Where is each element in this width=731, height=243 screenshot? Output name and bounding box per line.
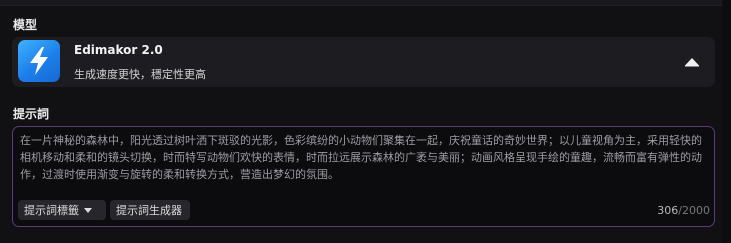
lightning-bolt-icon (18, 40, 60, 82)
collapse-model-button[interactable] (683, 54, 701, 70)
prompt-generator-button[interactable]: 提示詞生成器 (110, 200, 190, 220)
model-selector[interactable]: Edimakor 2.0 生成速度更快，穩定性更高 (12, 37, 715, 87)
prompt-text[interactable]: 在一片神秘的森林中，阳光透过树叶洒下斑驳的光影，色彩缤纷的小动物们聚集在一起，庆… (20, 132, 710, 183)
model-name: Edimakor 2.0 (74, 43, 163, 57)
chevron-up-icon (684, 58, 700, 67)
right-scroll-gutter (722, 0, 731, 243)
prompt-tags-dropdown[interactable]: 提示詞標籤 (18, 200, 106, 220)
caret-down-icon (84, 207, 92, 213)
prompt-textarea[interactable]: 在一片神秘的森林中，阳光透过树叶洒下斑驳的光影，色彩缤纷的小动物们聚集在一起，庆… (12, 126, 715, 227)
character-counter: 306/2000 (657, 204, 710, 217)
model-section-label: 模型 (13, 18, 38, 32)
prompt-tags-label: 提示詞標籤 (24, 204, 79, 217)
character-max: /2000 (678, 204, 710, 217)
top-tab-strip (0, 0, 731, 6)
prompt-generator-label: 提示詞生成器 (116, 204, 182, 217)
character-count: 306 (657, 204, 679, 217)
model-description: 生成速度更快，穩定性更高 (74, 68, 206, 81)
prompt-section-label: 提示詞 (13, 107, 50, 121)
